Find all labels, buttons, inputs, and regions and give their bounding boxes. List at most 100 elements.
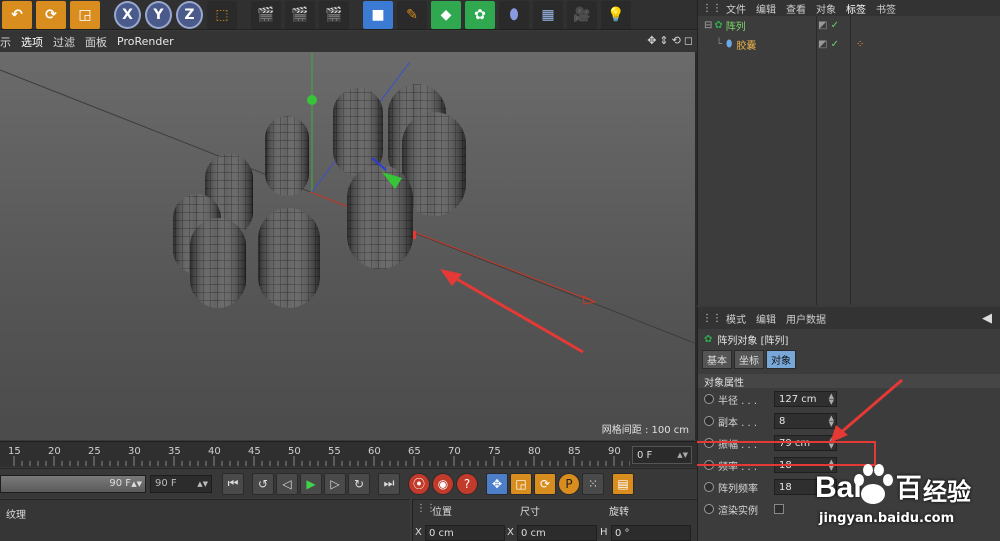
rotate-view-icon[interactable]: ⟲	[672, 34, 681, 47]
zoom-view-icon[interactable]: ⇕	[659, 34, 668, 47]
tab-object[interactable]: 对象	[766, 349, 796, 369]
viewport-menu-prorender[interactable]: ProRender	[117, 35, 174, 48]
object-row-capsule[interactable]: └ ⬮ 胶囊 ◩ ✓ ⁘	[698, 35, 1000, 54]
render-view-icon[interactable]: 🎬	[251, 0, 281, 29]
field-value: 127 cm	[779, 393, 817, 405]
object-name: 阵列	[725, 22, 746, 33]
viewport-menu-panel[interactable]: 面板	[85, 34, 107, 50]
next-frame-icon[interactable]: ▷	[324, 472, 346, 495]
animate-radio[interactable]	[704, 416, 714, 426]
light-bulb-icon[interactable]: 💡	[601, 0, 631, 29]
property-label: 阵列频率	[718, 483, 758, 495]
rotation-key-icon[interactable]: ⟳	[534, 472, 556, 495]
capsule-clone[interactable]	[265, 116, 309, 196]
size-x-field[interactable]: 0 cm	[517, 525, 597, 541]
capsule-clone[interactable]	[190, 218, 246, 308]
menu-view[interactable]: 查看	[786, 1, 806, 16]
spinner-icon[interactable]: ▲▼	[677, 451, 688, 459]
floor-scene-icon[interactable]: ▦	[533, 0, 563, 29]
frame-range-slider[interactable]: 90 F ▲▼	[0, 474, 146, 493]
viewport-menu-options[interactable]: 选项	[21, 34, 43, 50]
capsule-clone[interactable]	[333, 88, 383, 176]
deformer-icon[interactable]: ⬮	[499, 0, 529, 29]
collapse-icon[interactable]: ⊟	[704, 20, 712, 31]
phong-tag-icon[interactable]: ⁘	[856, 39, 864, 50]
animate-radio[interactable]	[704, 504, 714, 514]
object-row-array[interactable]: ⊟ ✿ 阵列 ◩ ✓	[698, 16, 1000, 35]
visibility-toggle-icon[interactable]: ◩ ✓	[818, 20, 839, 31]
keyframe-selection-icon[interactable]: ?	[456, 472, 478, 495]
play-icon[interactable]: ▶	[300, 472, 322, 495]
visibility-toggle-icon[interactable]: ◩ ✓	[818, 39, 839, 50]
property-label: 半径 . . .	[718, 395, 758, 407]
object-name: 胶囊	[736, 41, 757, 52]
max-frame-field[interactable]: 90 F ▲▼	[150, 474, 212, 493]
timeline-window-icon[interactable]: ▤	[612, 472, 634, 495]
back-arrow-icon[interactable]: ◀	[982, 311, 992, 326]
parameter-key-icon[interactable]: P	[558, 472, 580, 495]
previous-frame-icon[interactable]: ◁	[276, 472, 298, 495]
go-to-end-icon[interactable]: ⏭	[378, 472, 400, 495]
timeline-ruler[interactable]: 15 20 25 30 35 40 45 50 55 60 65 70 75 80 85 90	[0, 441, 697, 467]
3d-viewport[interactable]: 网格间距 : 100 cm	[0, 52, 697, 440]
render-settings-icon[interactable]: 🎬	[319, 0, 349, 29]
spinner-icon[interactable]: ▲▼	[197, 480, 208, 488]
record-active-objects-icon[interactable]: ⦿	[408, 472, 430, 495]
scale-tool-icon[interactable]: ◲	[70, 0, 100, 29]
point-level-icon[interactable]: ⁙	[582, 472, 604, 495]
scale-key-icon[interactable]: ◲	[510, 472, 532, 495]
viewport-menu-display[interactable]: 示	[0, 34, 11, 50]
render-picture-viewer-icon[interactable]: 🎬	[285, 0, 315, 29]
coordinate-system-icon[interactable]: ⬚	[207, 0, 237, 29]
render-instances-checkbox[interactable]	[774, 504, 784, 514]
capsule-clone[interactable]	[258, 208, 320, 308]
menu-user-data[interactable]: 用户数据	[786, 311, 826, 326]
watermark-brand-end: 百	[895, 473, 922, 503]
subdivision-surface-icon[interactable]: ◆	[431, 0, 461, 29]
tab-coordinates[interactable]: 坐标	[734, 349, 764, 369]
move-view-icon[interactable]: ✥	[647, 34, 656, 47]
position-key-icon[interactable]: ✥	[486, 472, 508, 495]
previous-key-icon[interactable]: ↺	[252, 472, 274, 495]
position-x-field[interactable]: 0 cm	[425, 525, 505, 541]
menu-bookmarks[interactable]: 书签	[876, 1, 896, 16]
undo-icon[interactable]: ↶	[2, 0, 32, 29]
camera-icon[interactable]: 🎥	[567, 0, 597, 29]
attribute-title-text: 阵列对象 [阵列]	[717, 335, 789, 347]
viewport-menu-filter[interactable]: 过滤	[53, 34, 75, 50]
y-axis-handle[interactable]	[307, 95, 317, 105]
animate-radio[interactable]	[704, 394, 714, 404]
autokeying-icon[interactable]: ◉	[432, 472, 454, 495]
maximize-view-icon[interactable]: ◻	[684, 34, 693, 47]
rotate-tool-icon[interactable]: ⟳	[36, 0, 66, 29]
coord-x-label: X	[415, 527, 422, 538]
grip-icon: ⋮⋮	[702, 2, 722, 14]
spinner-icon[interactable]: ▲▼	[131, 480, 142, 488]
x-axis-lock-button[interactable]: X	[114, 0, 141, 29]
go-to-start-icon[interactable]: ⏮	[222, 472, 244, 495]
pen-spline-icon[interactable]: ✎	[397, 0, 427, 29]
animate-radio[interactable]	[704, 482, 714, 492]
menu-edit[interactable]: 编辑	[756, 311, 776, 326]
rotation-h-field[interactable]: 0 °	[611, 525, 691, 541]
playback-bar: 90 F ▲▼ 90 F ▲▼ ⏮ ↺ ◁ ▶ ▷ ↻ ⏭ ⦿ ◉ ? ✥ ◲ …	[0, 468, 697, 498]
watermark-jingyan: 经验	[923, 478, 971, 506]
material-menu-texture[interactable]: 纹理	[6, 506, 26, 521]
y-axis-lock-button[interactable]: Y	[145, 0, 172, 29]
z-axis-lock-button[interactable]: Z	[176, 0, 203, 29]
coord-header-size: 尺寸	[520, 507, 540, 518]
menu-object[interactable]: 对象	[816, 1, 836, 16]
menu-edit[interactable]: 编辑	[756, 1, 776, 16]
menu-tags[interactable]: 标签	[846, 1, 866, 16]
next-key-icon[interactable]: ↻	[348, 472, 370, 495]
array-object-icon: ✿	[714, 20, 723, 31]
cube-primitive-icon[interactable]: ■	[363, 0, 393, 29]
capsule-clone[interactable]	[347, 165, 413, 269]
menu-mode[interactable]: 模式	[726, 311, 746, 326]
current-frame-field[interactable]: 0 F ▲▼	[632, 446, 692, 464]
tab-basic[interactable]: 基本	[702, 349, 732, 369]
timeline-ticks: 15 20 25 30 35 40 45 50 55 60 65 70 75 80 85 90	[8, 446, 647, 466]
menu-file[interactable]: 文件	[726, 1, 746, 16]
mograph-cloner-icon[interactable]: ✿	[465, 0, 495, 29]
timeline-tick-label: 35	[168, 446, 181, 457]
